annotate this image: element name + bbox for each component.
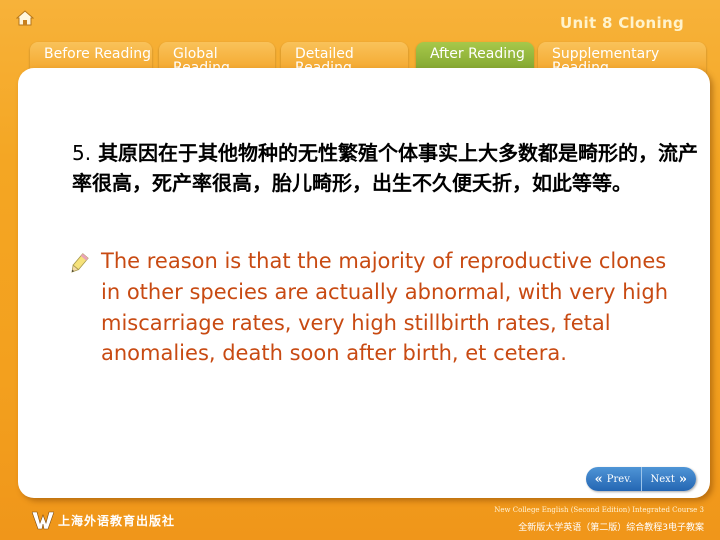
prev-label: Prev. — [606, 473, 632, 485]
item-number: 5. — [72, 141, 92, 165]
unit-title: Unit 8 Cloning — [560, 14, 684, 32]
publisher-logo — [31, 510, 55, 530]
english-translation: The reason is that the majority of repro… — [101, 249, 669, 366]
prev-button[interactable]: « Prev. — [586, 467, 642, 491]
tab-label: After Reading — [430, 46, 525, 62]
home-icon[interactable] — [15, 10, 35, 26]
prev-arrow-icon: « — [594, 471, 603, 487]
tab-label: Before Reading — [44, 46, 152, 62]
next-arrow-icon: » — [678, 471, 687, 487]
next-label: Next — [650, 473, 675, 485]
chinese-text: 其原因在于其他物种的无性繁殖个体事实上大多数都是畸形的，流产率很高，死产率很高，… — [72, 141, 699, 195]
pencil-icon — [66, 252, 90, 276]
next-button[interactable]: Next » — [642, 467, 697, 491]
course-title-english: New College English (Second Edition) Int… — [494, 506, 704, 514]
nav-buttons: « Prev. Next » — [586, 467, 696, 491]
chinese-sentence: 5. 其原因在于其他物种的无性繁殖个体事实上大多数都是畸形的，流产率很高，死产率… — [72, 138, 702, 198]
course-title-chinese: 全新版大学英语（第二版）综合教程3电子教案 — [518, 523, 704, 533]
publisher-name: 上海外语教育出版社 — [58, 514, 176, 528]
